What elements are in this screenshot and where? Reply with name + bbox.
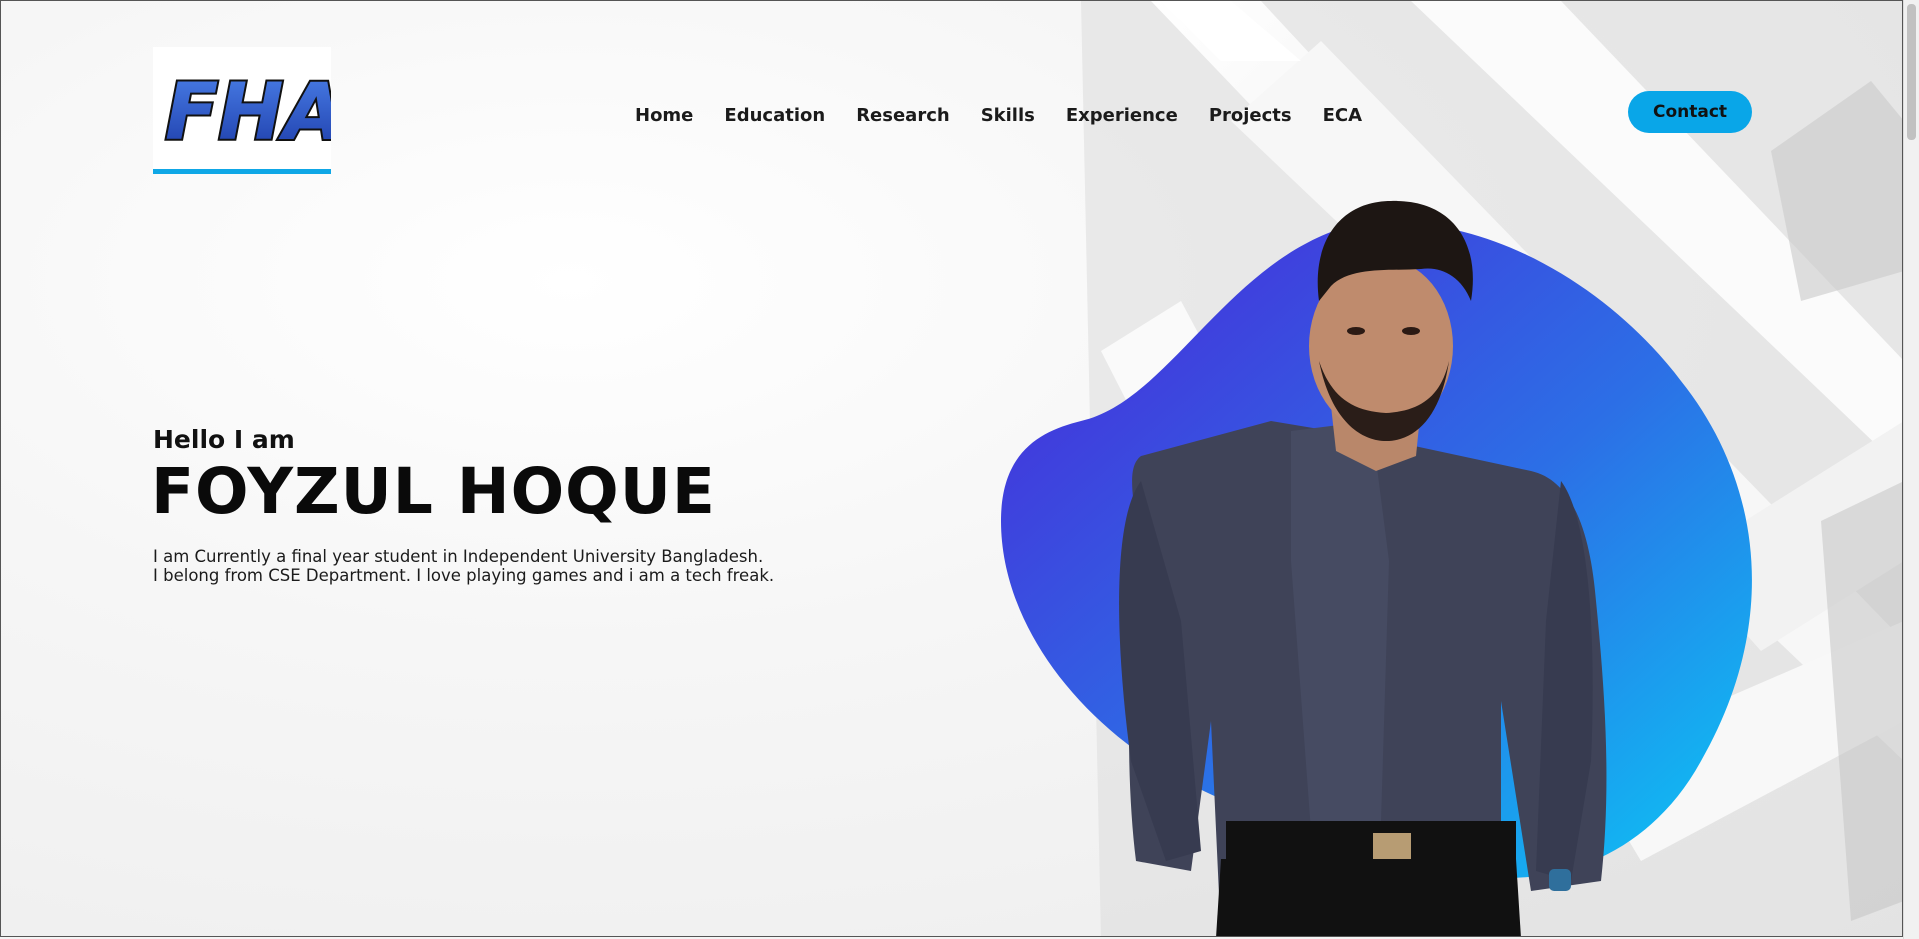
main-nav: Home Education Research Skills Experienc…: [635, 105, 1362, 126]
logo[interactable]: FHA: [153, 47, 346, 171]
portfolio-page: FHA Home Education Research Skills Exper…: [0, 0, 1903, 937]
nav-home[interactable]: Home: [635, 105, 693, 126]
logo-text: FHA: [165, 68, 331, 158]
hero-description-line-2: I belong from CSE Department. I love pla…: [153, 566, 775, 585]
hero-name: FOYZUL HOQUE: [151, 455, 716, 528]
nav-experience[interactable]: Experience: [1066, 105, 1178, 126]
hero-greeting: Hello I am: [153, 425, 295, 454]
logo-underline: [153, 169, 331, 174]
nav-projects[interactable]: Projects: [1209, 105, 1292, 126]
scrollbar-thumb[interactable]: [1907, 4, 1916, 140]
hero-description: I am Currently a final year student in I…: [153, 547, 774, 585]
nav-research[interactable]: Research: [856, 105, 950, 126]
hero-description-line-1: I am Currently a final year student in I…: [153, 547, 764, 566]
contact-button[interactable]: Contact: [1628, 91, 1752, 133]
nav-education[interactable]: Education: [724, 105, 825, 126]
nav-eca[interactable]: ECA: [1323, 105, 1362, 126]
logo-icon: FHA: [163, 66, 346, 160]
nav-skills[interactable]: Skills: [981, 105, 1035, 126]
vertical-scrollbar[interactable]: [1903, 0, 1919, 939]
